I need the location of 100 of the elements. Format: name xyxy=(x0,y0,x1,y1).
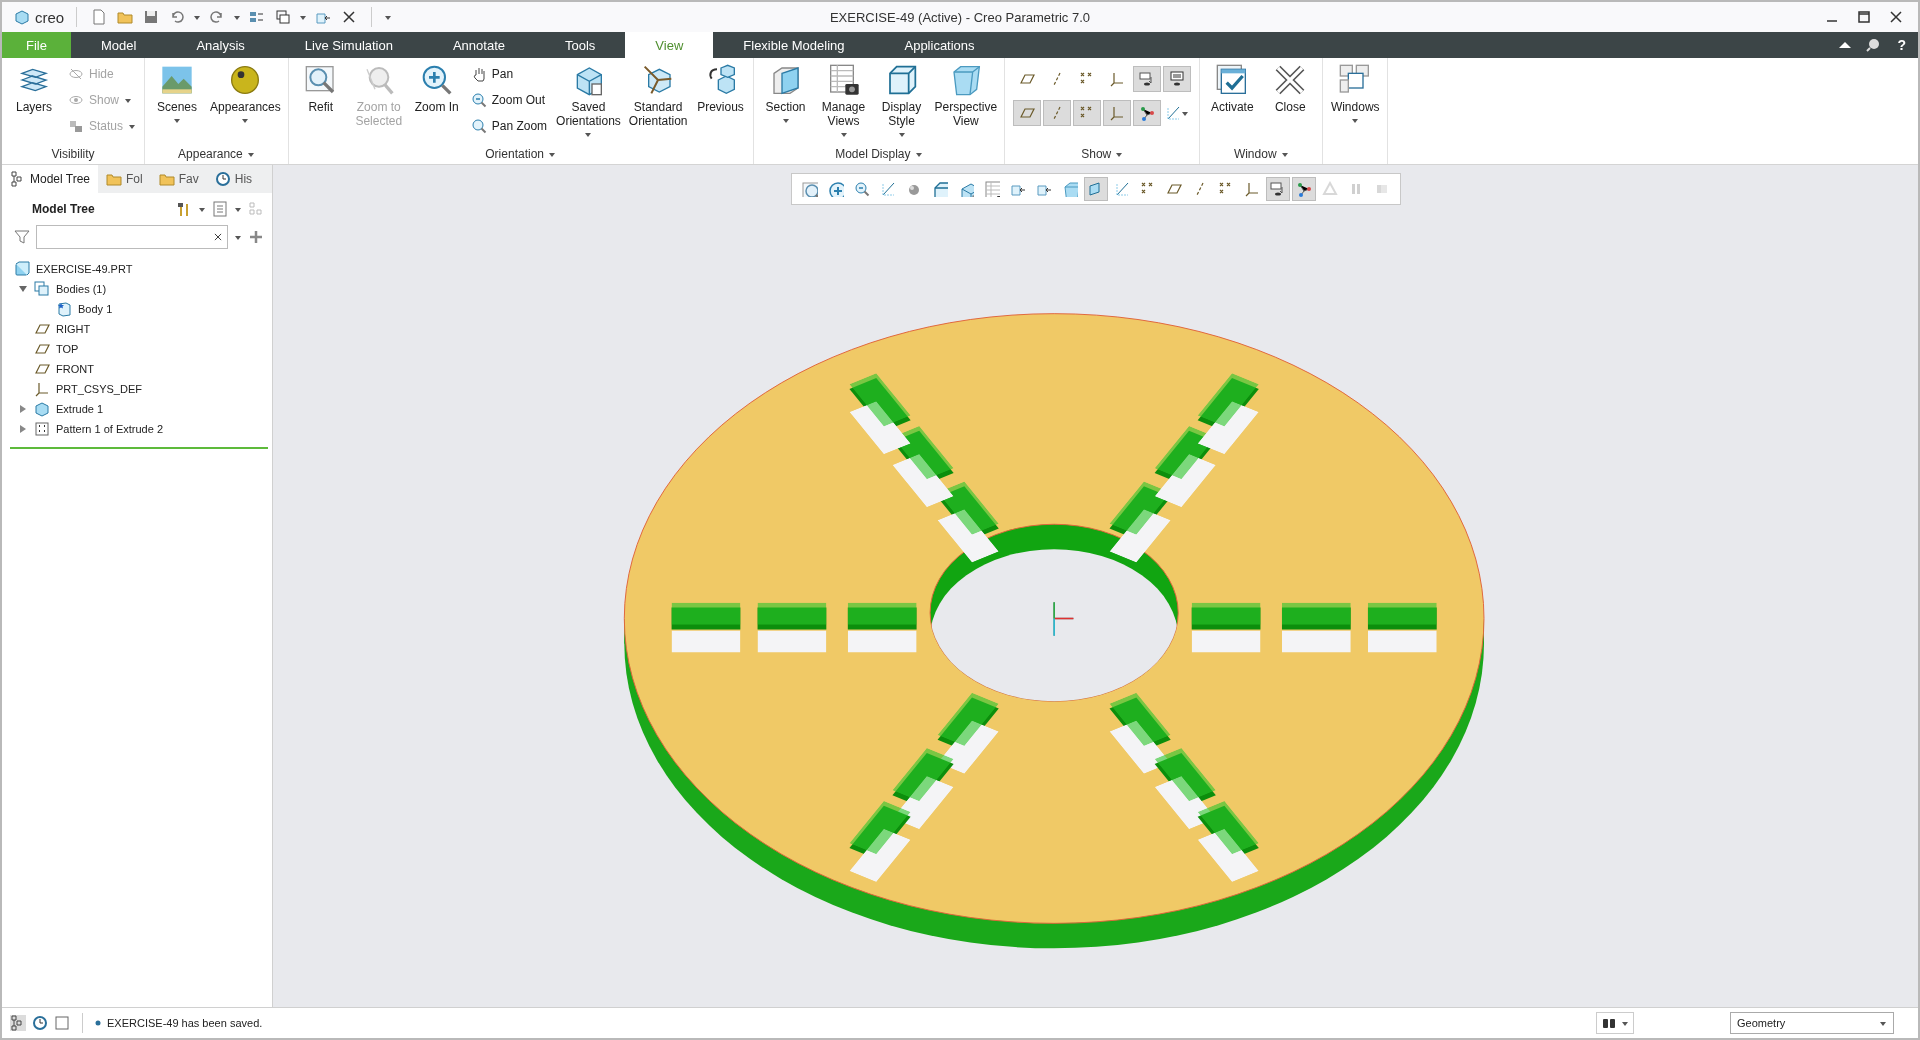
tree-item[interactable]: Extrude 1 xyxy=(56,403,104,415)
group-label[interactable]: Window xyxy=(1233,147,1277,161)
caret-icon xyxy=(241,116,250,124)
ribbon-button[interactable]: Appearances xyxy=(207,62,284,126)
find-button[interactable] xyxy=(1596,1012,1634,1034)
group-label[interactable]: Visibility xyxy=(51,147,95,161)
caret-icon[interactable] xyxy=(193,13,202,21)
save-icon[interactable] xyxy=(143,9,160,25)
refit-icon xyxy=(801,181,818,197)
ribbon-button[interactable]: Manage Views xyxy=(815,62,872,140)
filter-icon[interactable] xyxy=(14,229,30,245)
box-button[interactable] xyxy=(1083,177,1108,201)
axis-toggle[interactable] xyxy=(1043,100,1072,126)
ribbon-button[interactable]: Activate xyxy=(1204,62,1261,116)
ribbon-tab[interactable]: Analysis xyxy=(166,32,275,58)
browser-icon[interactable] xyxy=(32,1015,48,1031)
panel-tab[interactable]: His xyxy=(206,165,261,193)
ribbon-tab[interactable]: Annotate xyxy=(422,32,535,58)
ribbon-button[interactable]: Scenes xyxy=(149,62,206,126)
caret-icon[interactable] xyxy=(234,233,242,241)
help-button[interactable]: ? xyxy=(1893,32,1918,58)
caret-icon[interactable] xyxy=(233,13,242,21)
ribbon-tab[interactable]: Live Simulation xyxy=(274,32,423,58)
panel-tab[interactable]: Model Tree xyxy=(2,165,99,193)
expanded-arrow-icon[interactable] xyxy=(19,285,27,293)
caret-icon[interactable] xyxy=(299,13,308,21)
maximize-icon[interactable] xyxy=(1856,9,1872,25)
ribbon-button[interactable]: Layers xyxy=(6,62,62,116)
ribbon-button[interactable]: Perspective View xyxy=(931,62,1001,130)
group-label[interactable]: Orientation xyxy=(485,147,544,161)
ribbon-tab[interactable]: Model xyxy=(70,32,167,58)
glass-cube-icon xyxy=(1061,181,1078,197)
ribbon-button[interactable]: Previous xyxy=(692,62,749,116)
tree-item[interactable]: FRONT xyxy=(56,363,94,375)
regen-icon[interactable] xyxy=(249,9,266,25)
refit-icon xyxy=(304,64,337,96)
ribbon-button[interactable]: Close xyxy=(1262,62,1319,116)
undo-icon[interactable] xyxy=(169,9,186,25)
app-logo: creo xyxy=(14,8,65,26)
caret-icon[interactable] xyxy=(548,150,556,158)
panel-tab[interactable]: Fav xyxy=(150,165,207,193)
caret-icon[interactable] xyxy=(246,150,255,158)
selection-filter-dropdown[interactable]: Geometry xyxy=(1730,1012,1894,1034)
hatch-icon xyxy=(1165,105,1182,121)
ribbon-button[interactable]: Windows xyxy=(1327,62,1384,126)
ribbon-tab[interactable]: Applications xyxy=(874,32,1005,58)
annotation-toggle[interactable] xyxy=(1133,66,1162,92)
pattern-icon xyxy=(34,421,50,437)
group-label[interactable]: Model Display xyxy=(835,147,911,161)
points-toggle[interactable] xyxy=(1073,100,1102,126)
panel-title: Model Tree xyxy=(32,202,95,216)
caret-icon[interactable] xyxy=(1280,150,1289,158)
customize-caret-icon[interactable] xyxy=(384,13,393,21)
close-icon[interactable] xyxy=(1888,9,1904,25)
caret-icon[interactable] xyxy=(234,205,242,213)
tree-icon[interactable] xyxy=(10,1015,26,1031)
doc-icon[interactable] xyxy=(91,9,108,25)
tree-item[interactable]: EXERCISE-49.PRT xyxy=(36,263,133,275)
group-label[interactable]: Appearance xyxy=(178,147,243,161)
winswitch-icon[interactable] xyxy=(275,9,292,25)
ribbon-tab[interactable]: Tools xyxy=(535,32,626,58)
group-label[interactable]: Show xyxy=(1081,147,1112,161)
tree-item[interactable]: PRT_CSYS_DEF xyxy=(56,383,142,395)
ribbon-button[interactable]: Standard Orientation xyxy=(625,62,691,130)
tree-item[interactable]: Pattern 1 of Extrude 2 xyxy=(56,423,163,435)
tree-item[interactable]: RIGHT xyxy=(56,323,91,335)
ribbon-tab[interactable]: View xyxy=(625,32,714,58)
ribbon-button[interactable]: Display Style xyxy=(873,62,930,140)
ribbon-button[interactable]: Refit xyxy=(292,62,349,116)
plane-icon xyxy=(34,361,50,377)
spin-center-toggle[interactable] xyxy=(1133,100,1162,126)
plus-icon[interactable] xyxy=(248,229,264,245)
caret-icon[interactable] xyxy=(914,150,923,158)
csys-toggle[interactable] xyxy=(1103,100,1132,126)
tree-item[interactable]: Bodies (1) xyxy=(56,283,107,295)
ribbon-button[interactable]: Section xyxy=(757,62,814,126)
annotation-button[interactable] xyxy=(1265,177,1290,201)
tree-item[interactable]: Body 1 xyxy=(78,303,113,315)
tag-toggle[interactable] xyxy=(1163,66,1192,92)
tree-item[interactable]: TOP xyxy=(56,343,79,355)
ribbon-button[interactable]: Saved Orientations xyxy=(553,62,624,140)
panel-tab[interactable]: Fol xyxy=(98,165,151,193)
folder-icon[interactable] xyxy=(117,9,134,25)
search-icon[interactable] xyxy=(1865,37,1882,53)
collapsed-arrow-icon[interactable] xyxy=(19,405,27,413)
spin-center-button[interactable] xyxy=(1291,177,1316,201)
plane-toggle[interactable] xyxy=(1013,100,1042,126)
caret-icon[interactable] xyxy=(198,205,206,213)
ribbon-tab[interactable]: Flexible Modeling xyxy=(713,32,875,58)
ribbon-button[interactable]: Zoom In xyxy=(408,62,465,116)
window-check-icon xyxy=(1216,64,1249,96)
csys-icon xyxy=(34,381,50,397)
clear-icon[interactable] xyxy=(213,232,223,242)
xsmall-icon[interactable] xyxy=(341,9,358,25)
ribbon-button[interactable]: Pan xyxy=(470,62,548,86)
ribbon-button[interactable]: Pan Zoom xyxy=(470,114,548,138)
search-field[interactable] xyxy=(36,225,228,249)
collapsed-arrow-icon[interactable] xyxy=(19,425,27,433)
caret-icon[interactable] xyxy=(1115,150,1124,158)
ribbon-button[interactable]: Zoom Out xyxy=(470,88,548,112)
